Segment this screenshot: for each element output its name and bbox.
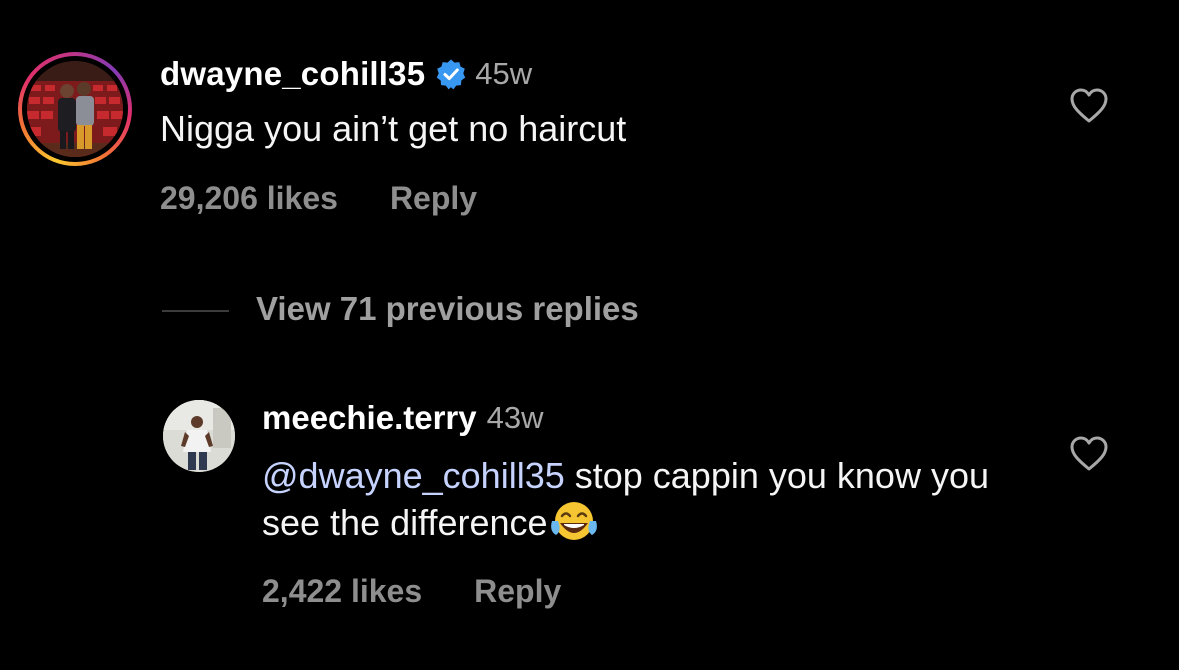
- avatar[interactable]: [163, 400, 235, 472]
- heart-outline-icon[interactable]: [1070, 88, 1108, 124]
- heart-outline-icon[interactable]: [1070, 436, 1108, 472]
- verified-badge-icon: [435, 58, 467, 90]
- timestamp: 45w: [475, 56, 533, 91]
- view-previous-replies-button[interactable]: View 71 previous replies: [256, 290, 639, 328]
- comment-header: meechie.terry 43w: [262, 396, 544, 440]
- comment-text: Nigga you ain’t get no haircut: [160, 108, 627, 149]
- like-count[interactable]: 29,206 likes: [160, 180, 338, 217]
- comment-actions: 29,206 likes Reply: [160, 180, 477, 217]
- reply-button[interactable]: Reply: [390, 180, 477, 217]
- reply-button[interactable]: Reply: [474, 573, 561, 610]
- avatar-story-ring[interactable]: [18, 52, 132, 166]
- avatar: [27, 61, 123, 157]
- replies-divider-line: [162, 310, 229, 312]
- comment-header: dwayne_cohill35 45w: [160, 52, 532, 96]
- comment-text: @dwayne_cohill35 stop cappin you know yo…: [262, 452, 1022, 546]
- like-count[interactable]: 2,422 likes: [262, 573, 422, 610]
- username[interactable]: meechie.terry: [262, 399, 477, 437]
- timestamp: 43w: [486, 400, 544, 435]
- comment-actions: 2,422 likes Reply: [262, 573, 561, 610]
- username[interactable]: dwayne_cohill35: [160, 55, 425, 93]
- tears-of-joy-emoji: [548, 499, 600, 545]
- mention-link[interactable]: @dwayne_cohill35: [262, 455, 565, 496]
